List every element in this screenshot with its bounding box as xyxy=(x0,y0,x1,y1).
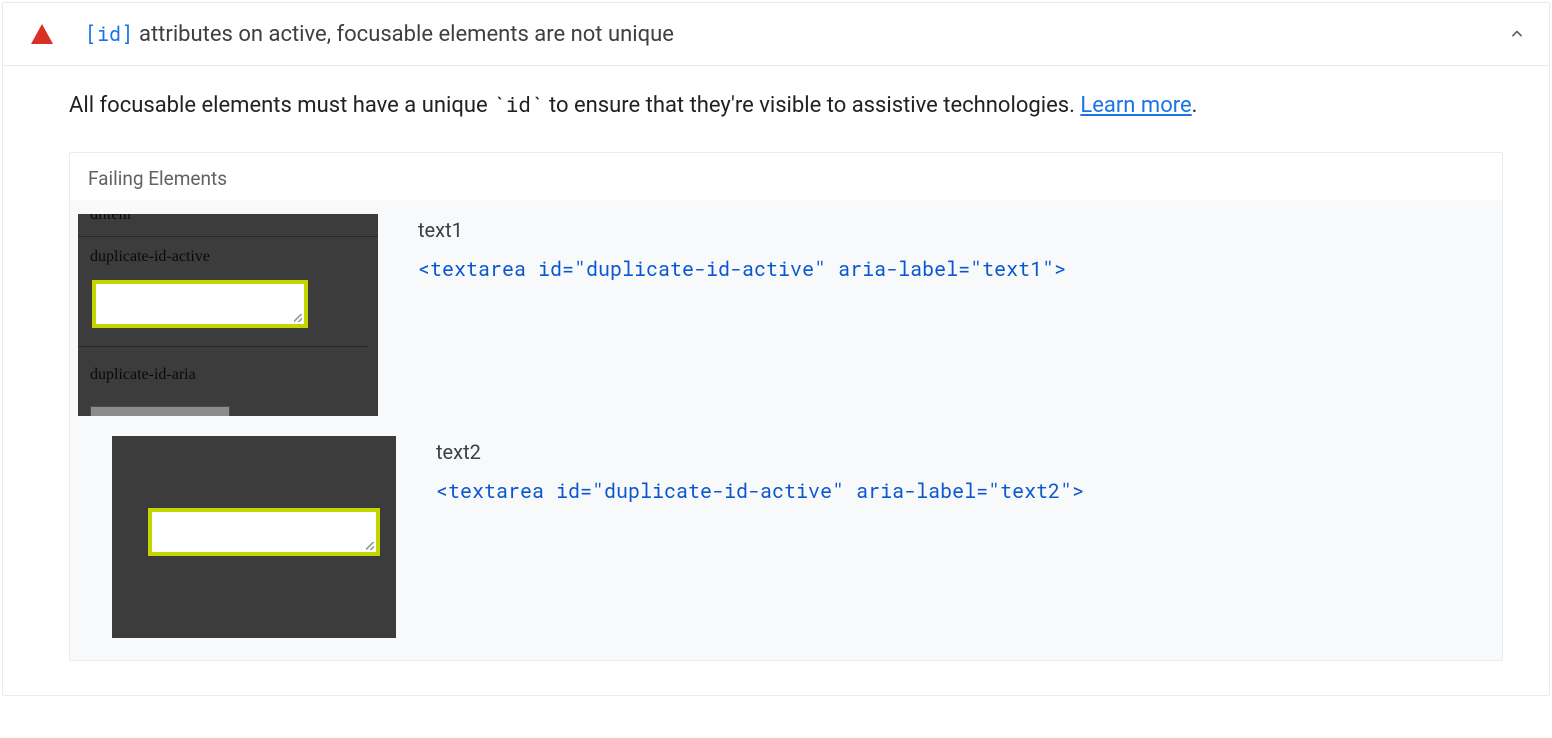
highlight-box xyxy=(92,280,308,328)
failing-elements-heading: Failing Elements xyxy=(70,153,1502,200)
failing-element-row[interactable]: text2 <textarea id="duplicate-id-active"… xyxy=(70,426,1502,660)
failing-element-label: text1 xyxy=(418,218,1480,242)
chevron-up-icon xyxy=(1507,24,1527,44)
learn-more-link[interactable]: Learn more xyxy=(1080,93,1191,118)
audit-header[interactable]: [id] attributes on active, focusable ele… xyxy=(3,3,1549,66)
description-before: All focusable elements must have a uniqu… xyxy=(69,93,493,118)
audit-title-code: [id] xyxy=(85,21,133,47)
element-thumbnail xyxy=(112,436,396,638)
description-period: . xyxy=(1192,93,1198,118)
failing-element-snippet: <textarea id="duplicate-id-active" aria-… xyxy=(418,256,1480,282)
error-triangle-icon xyxy=(31,24,53,44)
audit-body: All focusable elements must have a uniqu… xyxy=(3,66,1549,695)
failing-element-snippet: <textarea id="duplicate-id-active" aria-… xyxy=(436,478,1480,504)
audit-title: [id] attributes on active, focusable ele… xyxy=(85,21,1507,47)
failing-elements-panel: Failing Elements dlitem duplicate-id-act… xyxy=(69,152,1503,661)
description-after: to ensure that they're visible to assist… xyxy=(544,93,1081,118)
failing-element-text: text2 <textarea id="duplicate-id-active"… xyxy=(436,436,1480,504)
description-code: `id` xyxy=(493,90,543,118)
audit-description: All focusable elements must have a uniqu… xyxy=(69,90,1503,122)
element-thumbnail: dlitem duplicate-id-active duplicate-id-… xyxy=(78,214,378,416)
audit-panel: [id] attributes on active, focusable ele… xyxy=(2,2,1550,696)
highlight-box xyxy=(148,508,380,556)
failing-elements-body: dlitem duplicate-id-active duplicate-id-… xyxy=(70,200,1502,660)
failing-element-label: text2 xyxy=(436,440,1480,464)
audit-title-text: attributes on active, focusable elements… xyxy=(139,22,674,47)
failing-element-text: text1 <textarea id="duplicate-id-active"… xyxy=(418,214,1480,282)
failing-element-row[interactable]: dlitem duplicate-id-active duplicate-id-… xyxy=(70,200,1502,426)
